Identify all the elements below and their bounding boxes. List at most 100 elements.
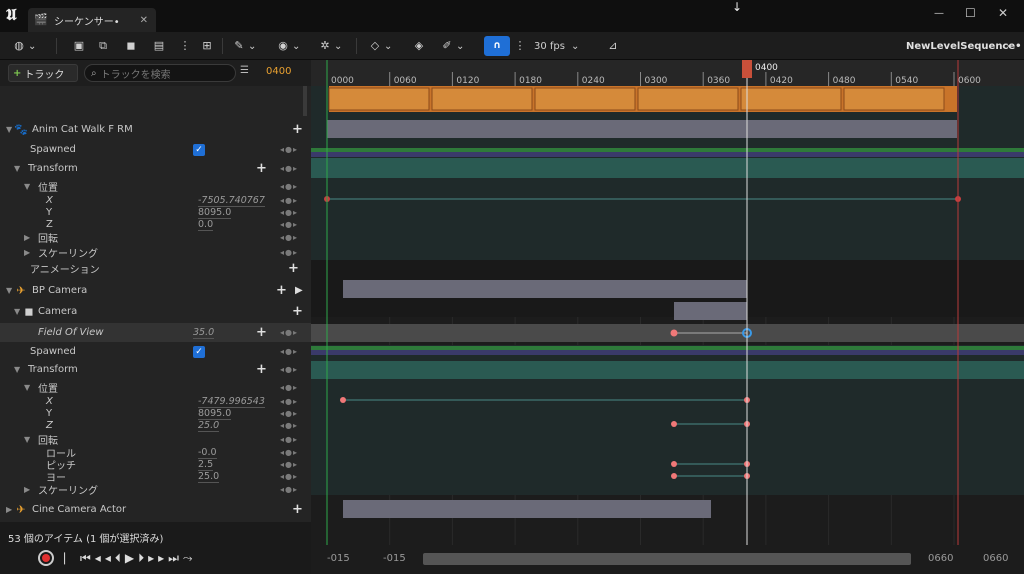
more-dots-icon: ⋮ [514, 39, 526, 52]
key-controls[interactable]: ◂●▸ [280, 347, 298, 356]
chevron-down-icon: ⌄ [384, 40, 393, 52]
track-label: BP Camera [32, 285, 88, 296]
key-controls[interactable]: ◂●▸ [280, 383, 298, 392]
search-input[interactable]: ⌕ トラックを検索 [84, 64, 236, 82]
track-label: Anim Cat Walk F RM [32, 124, 133, 135]
track-spawned-2[interactable]: Spawned ✓ ◂●▸ [0, 342, 311, 361]
sequence-name-label: NewLevelSequence• [906, 40, 1022, 52]
timeline-svg[interactable]: 0000 0060 0120 0180 0240 0300 0360 0420 0480 0540… [311, 60, 1024, 545]
track-label: Transform [28, 364, 78, 375]
anim-icon: 🐾 [14, 122, 28, 136]
close-tab-icon[interactable]: ✕ [140, 15, 148, 26]
spawned-checkbox[interactable]: ✓ [193, 143, 205, 156]
ruler-tick-label: 0180 [519, 76, 542, 86]
autokey-button[interactable]: ◈ [412, 36, 426, 56]
ruler-tick-label: 0000 [331, 76, 354, 86]
key-controls[interactable]: ◂●▸ [280, 233, 298, 242]
eye-icon: ◉ [278, 39, 288, 52]
snap-toggle[interactable]: ∩ [484, 36, 510, 56]
track-transform[interactable]: ▼ Transform + ◂●▸ [0, 159, 311, 178]
cine-camera-icon: ✈ [16, 502, 26, 516]
save-button[interactable]: ▣ [72, 36, 86, 56]
track-transform-2[interactable]: ▼ Transform + ◂●▸ [0, 360, 311, 379]
fps-label: 30 fps [534, 40, 565, 52]
value-field[interactable]: 35.0 [193, 327, 215, 339]
maximize-icon[interactable]: ☐ [965, 6, 976, 20]
find-asset-button[interactable]: ⧉ [96, 36, 110, 56]
range-end[interactable]: 0660 [983, 553, 1008, 564]
play-options-button[interactable]: ✲ ⌄ [318, 36, 342, 56]
animation-section [327, 120, 957, 138]
render-movie-button[interactable]: ◼ [124, 36, 138, 56]
clapper-button[interactable]: ▤ [152, 36, 166, 56]
more-dots-icon: ⋮ [179, 39, 191, 52]
track-anim-cat[interactable]: ▼ 🐾 Anim Cat Walk F RM + [0, 120, 311, 139]
transport-controls[interactable]: ⎸⏮◂◂⏴▶⏵▸▸⏭⤳ [64, 551, 197, 566]
curve-editor-icon: ⊿ [608, 39, 618, 52]
hierarchy-button[interactable]: ⊞ [200, 36, 214, 56]
minimize-icon[interactable]: — [934, 8, 944, 19]
track-camera[interactable]: ▼ ◼ Camera + [0, 302, 311, 321]
track-cine-camera[interactable]: ▶ ✈ Cine Camera Actor + [0, 500, 311, 519]
key-controls[interactable]: ◂●▸ [280, 485, 298, 494]
track-animation[interactable]: アニメーション + [0, 259, 311, 278]
keyframe [340, 397, 346, 403]
key-controls[interactable]: ◂●▸ [280, 164, 298, 173]
key-controls[interactable]: ◂●▸ [280, 365, 298, 374]
key-controls[interactable]: ◂●▸ [280, 248, 298, 257]
range-start[interactable]: -015 [327, 553, 350, 564]
tools-button[interactable]: ✎ ⌄ [232, 36, 256, 56]
status-bar: 53 個のアイテム (1 個が選択済み) ⎸⏮◂◂⏴▶⏵▸▸⏭⤳ [0, 522, 311, 574]
key-controls[interactable]: ◂●▸ [280, 328, 298, 337]
snap-options-button[interactable]: ⋮ [513, 36, 527, 56]
thumbnail-frame [637, 87, 739, 111]
view-button[interactable]: ◉ ⌄ [276, 36, 300, 56]
hierarchy-icon: ⊞ [202, 39, 212, 52]
title-bar: 𝖀 🎬 シーケンサー• ✕ ↓ — ☐ ✕ [0, 0, 1024, 32]
chevron-down-icon: ⌄ [292, 40, 301, 52]
thumbnail-frame [534, 87, 636, 111]
camera-section [674, 302, 747, 320]
track-spawned[interactable]: Spawned ✓ ◂●▸ [0, 140, 311, 159]
chevron-down-icon: ⌄ [334, 40, 343, 52]
transform-bar [311, 158, 1024, 178]
tab-sequencer[interactable]: 🎬 シーケンサー• ✕ [28, 8, 156, 32]
more-button[interactable]: ⋮ [178, 36, 192, 56]
track-fov[interactable]: Field Of View 35.0 + ◂●▸ [0, 323, 311, 342]
view-end[interactable]: 0660 [928, 553, 953, 564]
close-window-icon[interactable]: ✕ [998, 6, 1008, 20]
timeline-area[interactable]: 0000 0060 0120 0180 0240 0300 0360 0420 0480 0540… [311, 60, 1024, 545]
track-tree: ▼ 🐾 Anim Cat Walk F RM + Spawned ✓ ◂●▸ ▼ Trans… [0, 86, 311, 522]
keyframe [671, 461, 677, 467]
key-controls[interactable]: ◂●▸ [280, 421, 298, 430]
filter-icon[interactable]: ☰ [240, 65, 249, 76]
curve-editor-button[interactable]: ⊿ [606, 36, 620, 56]
current-frame[interactable]: 0400 [266, 66, 291, 77]
breadcrumb-arrow[interactable]: › [1006, 36, 1010, 56]
track-scale-2[interactable]: ▶ スケーリング ◂●▸ [0, 480, 311, 499]
keyframe [671, 473, 677, 479]
chevron-right-icon: › [1006, 40, 1010, 52]
key-controls[interactable]: ◂●▸ [280, 145, 298, 154]
add-track-button[interactable]: + トラック [8, 64, 78, 82]
edit-mode-button[interactable]: ✐ ⌄ [440, 36, 464, 56]
fps-selector[interactable]: 30 fps ⌄ [534, 36, 579, 56]
timeline-footer: -015 -015 0660 0660 [311, 545, 1024, 574]
thumbnail-frame [843, 87, 945, 111]
timeline-scrollbar[interactable] [423, 553, 911, 565]
spawned-checkbox[interactable]: ✓ [193, 345, 205, 358]
cine-camera-section [343, 500, 711, 518]
unreal-logo-icon[interactable]: 𝖀 [6, 6, 24, 24]
transform-bar [311, 361, 1024, 379]
tree-scrollbar[interactable] [303, 86, 307, 116]
ruler-tick-label: 0240 [582, 76, 605, 86]
record-button[interactable] [38, 550, 54, 566]
tree-header: + トラック ⌕ トラックを検索 ☰ 0400 [0, 60, 311, 86]
world-button[interactable]: ◍ ⌄ [12, 36, 36, 56]
camera-icon: ◼ [126, 39, 136, 52]
track-bp-camera[interactable]: ▼ ✈ BP Camera + ▶ [0, 281, 311, 300]
key-button[interactable]: ◇ ⌄ [368, 36, 393, 56]
camera-cut-icon[interactable]: ▶ [295, 285, 303, 296]
view-start[interactable]: -015 [383, 553, 406, 564]
key-controls[interactable]: ◂●▸ [280, 182, 298, 191]
